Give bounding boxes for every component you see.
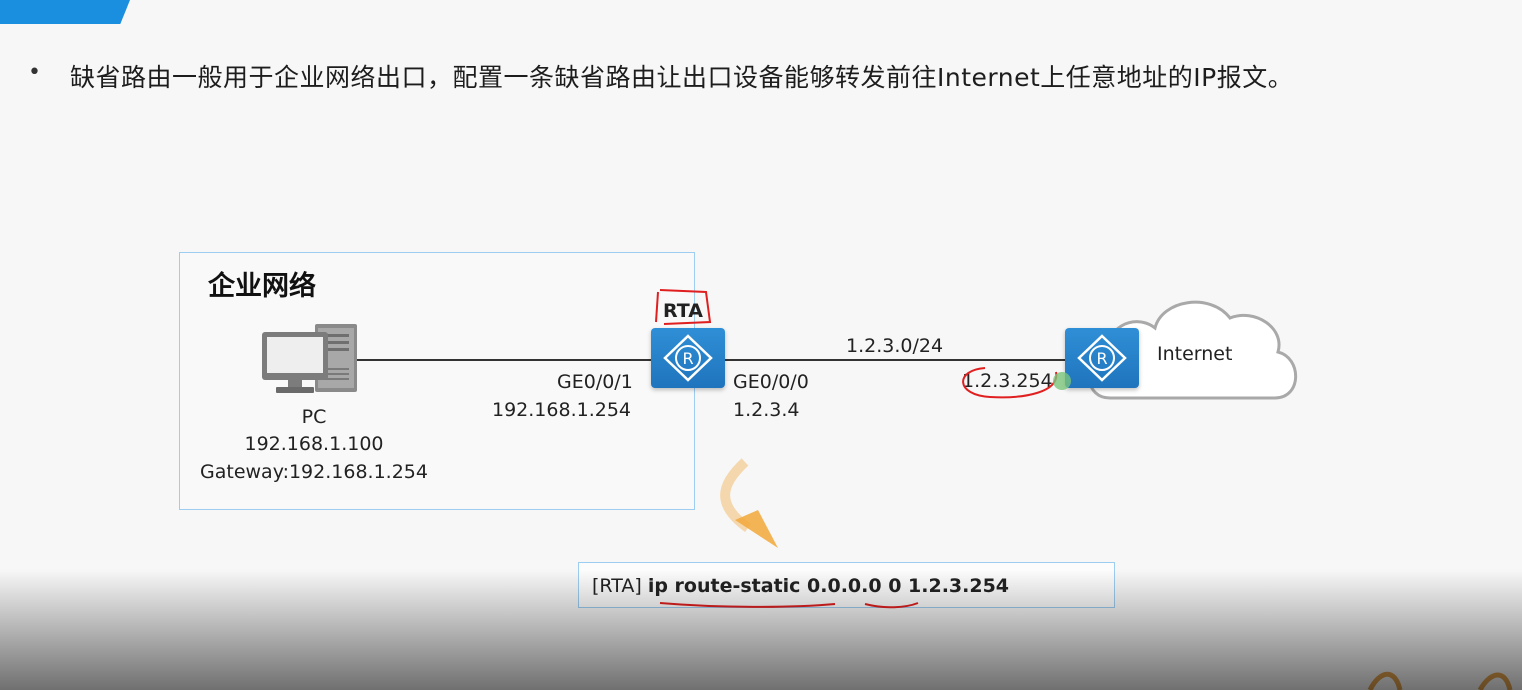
enterprise-network-label: 企业网络 (208, 271, 316, 302)
rta-left-port-label: GE0/0/1 (557, 371, 633, 393)
bullet-marker: • (28, 60, 41, 85)
isp-router: R (1065, 328, 1139, 388)
pc-name-label: PC (301, 406, 327, 428)
cloud-label: Internet (1157, 343, 1233, 365)
pc-icon (262, 324, 357, 393)
headline-text: 缺省路由一般用于企业网络出口，配置一条缺省路由让出口设备能够转发前往Intern… (70, 63, 1294, 92)
command-prefix: [RTA] (592, 575, 642, 597)
link-network-label: 1.2.3.0/24 (846, 335, 944, 357)
header-tab-decoration (0, 0, 130, 24)
command-line: [RTA] ip route-static 0.0.0.0 0 1.2.3.25… (592, 575, 1009, 597)
svg-text:R: R (682, 349, 693, 368)
pc-ip-label: 192.168.1.100 (244, 433, 384, 455)
rta-right-ip-label: 1.2.3.4 (733, 399, 800, 421)
router-icon: R (1077, 334, 1127, 382)
arrow-shaft (720, 458, 752, 533)
arrow-head (735, 510, 778, 548)
isp-router-ip-label: 1.2.3.254 (962, 370, 1053, 392)
svg-text:R: R (1096, 349, 1107, 368)
rta-router: R (651, 328, 725, 388)
pc-gateway-label: Gateway:192.168.1.254 (200, 461, 428, 483)
rta-left-ip-label: 192.168.1.254 (492, 399, 632, 421)
pc-rta-link (355, 359, 653, 361)
rta-name-label: RTA (663, 300, 703, 322)
router-icon: R (663, 334, 713, 382)
rta-right-port-label: GE0/0/0 (733, 371, 809, 393)
rta-isp-link (724, 359, 1067, 361)
command-keyword: ip route-static 0.0.0.0 0 1.2.3.254 (647, 575, 1010, 597)
slide: • 缺省路由一般用于企业网络出口，配置一条缺省路由让出口设备能够转发前往Inte… (0, 0, 1522, 690)
